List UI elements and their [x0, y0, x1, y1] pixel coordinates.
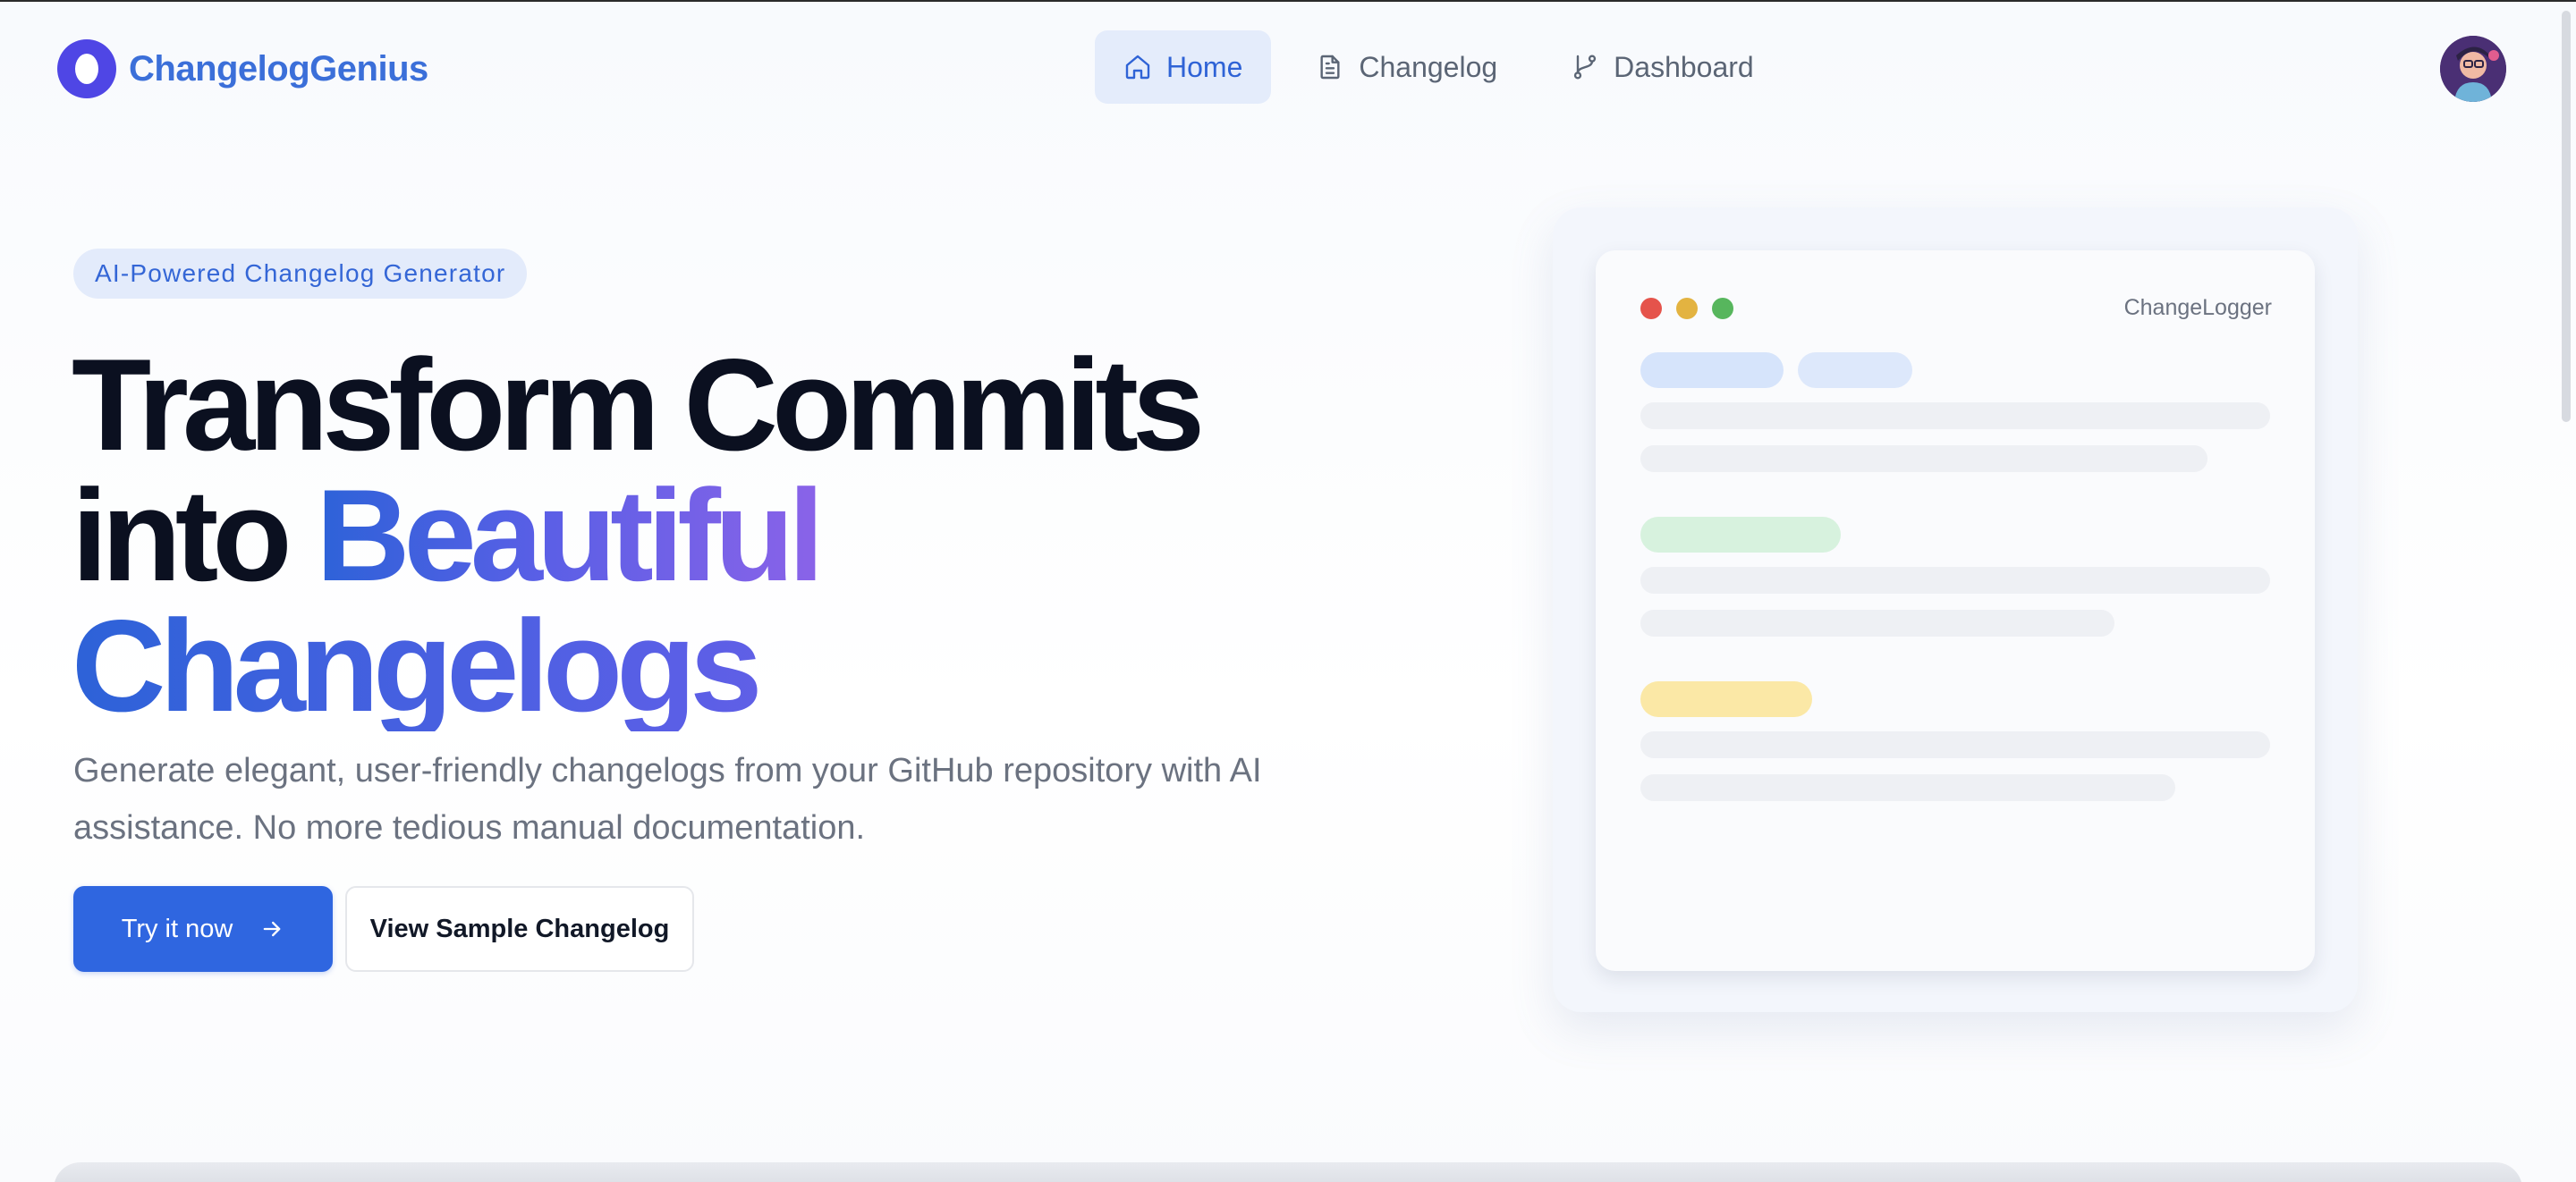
- headline-line-3: Changelogs: [72, 601, 1413, 731]
- headline-highlight: Beautiful: [316, 462, 825, 608]
- git-branch-icon: [1574, 55, 1597, 80]
- arrow-right-icon: [263, 921, 281, 937]
- next-section-edge: [54, 1162, 2522, 1182]
- hero-headline: Transform Commits into Beautiful Changel…: [72, 340, 1413, 731]
- window-close-dot: [1640, 298, 1662, 319]
- top-nav-bar: ChangelogGenius Home Changelog Dashboard: [0, 2, 2576, 136]
- preview-line-placeholder: [1640, 610, 2114, 637]
- window-minimize-dot: [1676, 298, 1698, 319]
- hero-subtitle: Generate elegant, user-friendly changelo…: [73, 752, 1262, 847]
- avatar-image: [2440, 36, 2506, 102]
- document-icon: [1320, 55, 1340, 80]
- headline-line-2: into Beautiful: [72, 470, 1413, 601]
- try-it-now-label: Try it now: [121, 914, 233, 943]
- preview-line-placeholder: [1640, 567, 2270, 594]
- feature-badge: AI-Powered Changelog Generator: [73, 249, 528, 299]
- nav-item-dashboard[interactable]: Dashboard: [1542, 30, 1783, 104]
- nav-item-label: Changelog: [1359, 50, 1498, 83]
- nav-item-home[interactable]: Home: [1095, 30, 1272, 104]
- preview-window-title: ChangeLogger: [2123, 295, 2272, 320]
- headline-prefix: into: [72, 462, 317, 608]
- nav-item-changelog[interactable]: Changelog: [1287, 30, 1526, 104]
- page-scrollbar[interactable]: [2562, 11, 2571, 422]
- headline-line-1: Transform Commits: [72, 332, 1205, 477]
- preview-line-placeholder: [1640, 731, 2270, 758]
- preview-tag-placeholder: [1798, 352, 1912, 388]
- page: ChangelogGenius Home Changelog Dashboard…: [0, 0, 2576, 1182]
- user-avatar[interactable]: [2440, 36, 2506, 102]
- preview-tag-placeholder: [1640, 681, 1812, 717]
- preview-line-placeholder: [1640, 402, 2270, 429]
- preview-line-placeholder: [1640, 774, 2175, 801]
- main-nav: Home Changelog Dashboard: [1095, 30, 1783, 104]
- try-it-now-button[interactable]: Try it now: [73, 886, 333, 972]
- view-sample-changelog-button[interactable]: View Sample Changelog: [345, 886, 694, 972]
- preview-tag-placeholder: [1640, 517, 1841, 553]
- view-sample-label: View Sample Changelog: [369, 914, 670, 943]
- logo-icon: [57, 39, 116, 98]
- window-maximize-dot: [1712, 298, 1733, 319]
- nav-item-label: Dashboard: [1614, 50, 1754, 83]
- preview-line-placeholder: [1640, 445, 2207, 472]
- brand-name: ChangelogGenius: [129, 48, 428, 89]
- preview-tag-placeholder: [1640, 352, 1784, 388]
- home-icon: [1125, 55, 1150, 80]
- brand-logo[interactable]: ChangelogGenius: [57, 38, 428, 100]
- nav-item-label: Home: [1166, 50, 1243, 83]
